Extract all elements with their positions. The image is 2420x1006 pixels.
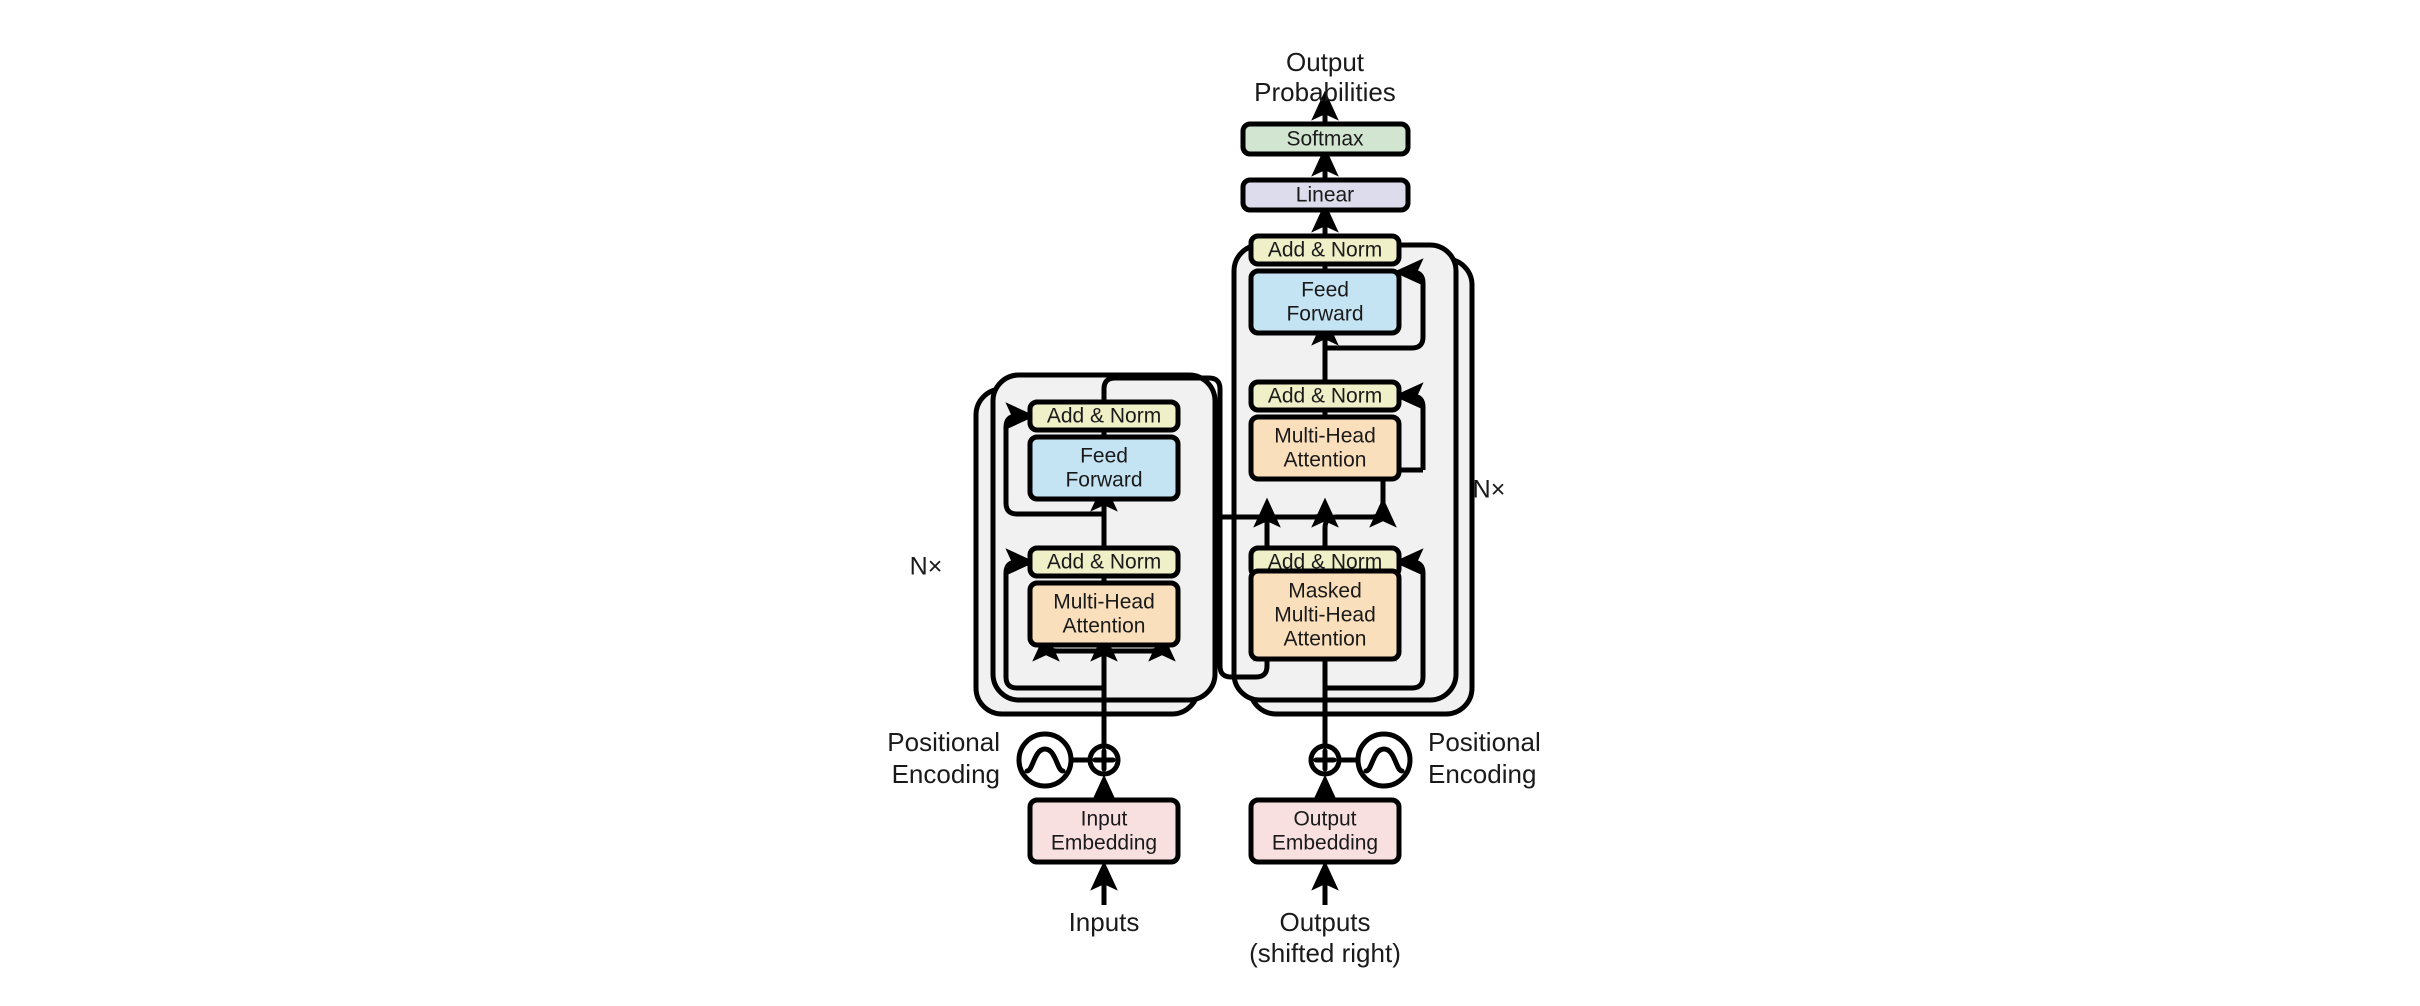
output-embedding-label-line2: Embedding (1272, 832, 1378, 855)
block-decoder-add-norm-2[interactable]: Add & Norm (1248, 379, 1402, 413)
encoder-repeat-count-label: N× (910, 553, 943, 581)
outputs-caption-line1: Outputs (1279, 907, 1370, 937)
block-output-embedding[interactable]: Output Embedding (1248, 797, 1402, 865)
decoder-positional-encoding-label-line2: Encoding (1428, 759, 1536, 789)
decoder-feed-forward-label-line2: Forward (1286, 303, 1363, 326)
encoder-input-path: Input Embedding Inputs Positional Encodi… (887, 727, 1181, 937)
encoder-multi-head-attention-label-line2: Attention (1063, 615, 1146, 638)
encoder-multi-head-attention-label-line1: Multi-Head (1053, 591, 1155, 614)
block-encoder-multi-head-attention[interactable]: Multi-Head Attention (1027, 580, 1181, 648)
decoder-input-path: Output Embedding Outputs (shifted right)… (1248, 727, 1541, 968)
block-linear[interactable]: Linear (1240, 177, 1411, 213)
block-encoder-add-norm-2[interactable]: Add & Norm (1027, 399, 1181, 433)
outputs-caption-line2: (shifted right) (1249, 938, 1401, 968)
block-decoder-add-norm-3[interactable]: Add & Norm (1248, 233, 1402, 267)
output-probabilities-line1: Output (1286, 47, 1365, 77)
encoder-sum-icon (1087, 743, 1121, 777)
block-decoder-feed-forward[interactable]: Feed Forward (1248, 268, 1402, 336)
decoder-cross-attention-label-line1: Multi-Head (1274, 425, 1376, 448)
block-softmax[interactable]: Softmax (1240, 121, 1411, 157)
sinusoid-circle-icon (1016, 731, 1074, 789)
encoder-add-norm-2-label: Add & Norm (1047, 405, 1161, 428)
encoder-positional-encoding-icon (1016, 731, 1074, 789)
encoder-add-norm-1-label: Add & Norm (1047, 551, 1161, 574)
block-encoder-feed-forward[interactable]: Feed Forward (1027, 434, 1181, 502)
inputs-caption: Inputs (1069, 907, 1140, 937)
input-embedding-label-line1: Input (1081, 808, 1128, 831)
sinusoid-circle-icon-2 (1355, 731, 1413, 789)
encoder-feed-forward-label-line2: Forward (1065, 469, 1142, 492)
block-decoder-masked-attention[interactable]: Masked Multi-Head Attention (1248, 568, 1402, 662)
decoder-repeat-count-label: N× (1473, 476, 1506, 504)
decoder-add-norm-2-label: Add & Norm (1268, 385, 1382, 408)
output-embedding-label-line1: Output (1293, 808, 1356, 831)
encoder-positional-encoding-label-line1: Positional (887, 727, 1000, 757)
decoder-masked-attention-label-line3: Attention (1284, 628, 1367, 651)
decoder-add-norm-3-label: Add & Norm (1268, 239, 1382, 262)
decoder-feed-forward-label-line1: Feed (1301, 279, 1349, 302)
decoder-cross-attention-label-line2: Attention (1284, 449, 1367, 472)
decoder-masked-attention-label-line1: Masked (1288, 580, 1362, 603)
block-input-embedding[interactable]: Input Embedding (1027, 797, 1181, 865)
decoder-positional-encoding-icon (1355, 731, 1413, 789)
linear-label: Linear (1296, 184, 1354, 207)
output-probabilities-line2: Probabilities (1254, 77, 1396, 107)
decoder-blocks: Softmax Linear Add & Norm Feed Forward A… (1240, 121, 1411, 662)
decoder-positional-encoding-label-line1: Positional (1428, 727, 1541, 757)
decoder-masked-attention-label-line2: Multi-Head (1274, 604, 1376, 627)
encoder-feed-forward-label-line1: Feed (1080, 445, 1128, 468)
architecture-diagram-canvas: Add & Norm Feed Forward Add & Norm Multi… (887, 47, 1541, 968)
transformer-architecture-figure: Add & Norm Feed Forward Add & Norm Multi… (0, 0, 2420, 1006)
output-probabilities-caption: Output Probabilities (1254, 47, 1396, 107)
decoder-sum-icon (1308, 743, 1342, 777)
encoder-positional-encoding-label-line2: Encoding (892, 759, 1000, 789)
softmax-label: Softmax (1286, 128, 1364, 151)
block-decoder-cross-attention[interactable]: Multi-Head Attention (1248, 414, 1402, 482)
input-embedding-label-line2: Embedding (1051, 832, 1157, 855)
block-encoder-add-norm-1[interactable]: Add & Norm (1027, 545, 1181, 579)
